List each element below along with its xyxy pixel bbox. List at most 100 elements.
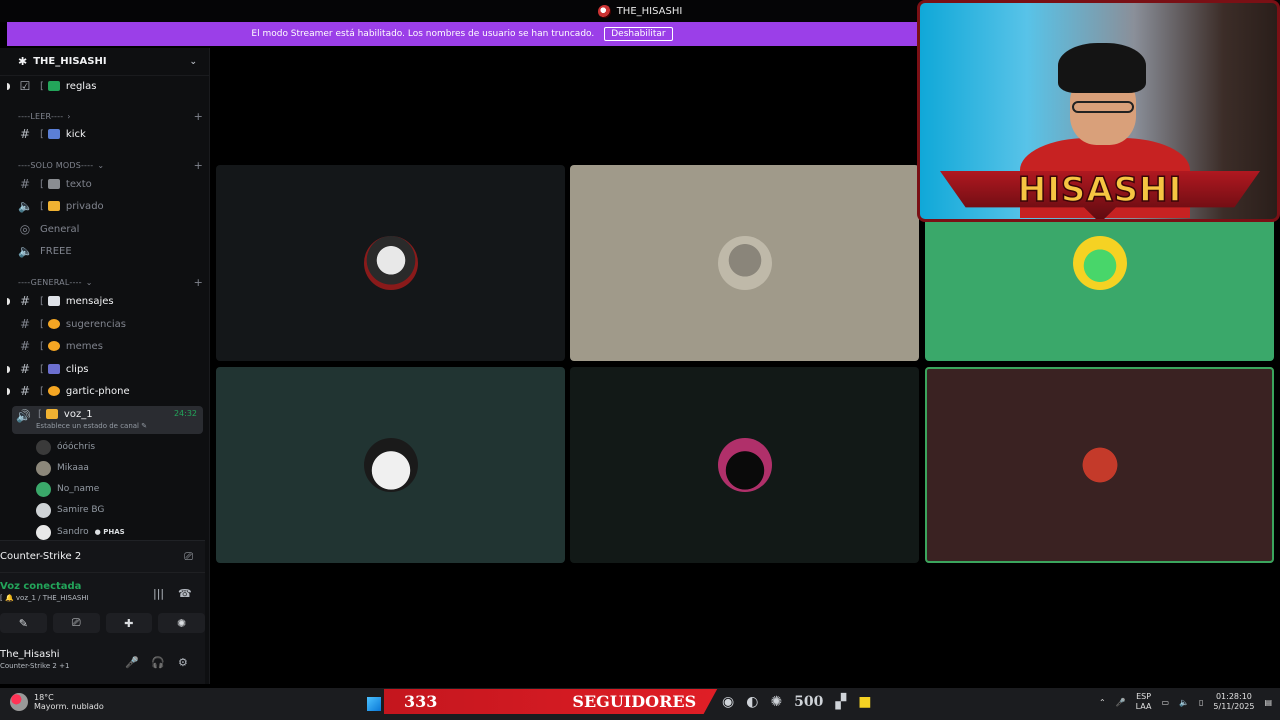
channel-texto[interactable]: # [ texto	[0, 174, 205, 194]
whatsapp-icon[interactable]: ◉	[722, 694, 734, 710]
weather-desc: Mayorm. nublado	[34, 702, 104, 711]
microphone-tray-icon[interactable]: 🎤	[1116, 698, 1126, 707]
activity-game: Counter-Strike 2	[0, 551, 82, 562]
network-icon[interactable]: ▭	[1161, 698, 1169, 707]
chevron-down-icon: ⌄	[189, 56, 197, 67]
voice-channel-voz-1[interactable]: 🔊 [ voz_1 24:32 Establece un estado de c…	[12, 406, 203, 434]
settings-gear-icon[interactable]: ⚙	[178, 656, 188, 669]
channel-freee[interactable]: 🔈 FREEE	[0, 241, 205, 261]
clock-date: 5/11/2025	[1213, 702, 1255, 711]
category-leer[interactable]: ----LEER---- › +	[18, 109, 203, 123]
windows-start-icon[interactable]	[367, 697, 381, 711]
laugh-emoji-icon	[47, 341, 60, 351]
soundboard-button[interactable]: ✺	[158, 613, 205, 633]
language-code: ESP	[1136, 692, 1152, 701]
participant-tile-speaking[interactable]	[925, 367, 1274, 563]
channel-mensajes[interactable]: # [ mensajes	[0, 291, 205, 311]
disable-streamer-button[interactable]: Deshabilitar	[604, 27, 673, 41]
weather-widget[interactable]: 18°C Mayorm. nublado	[10, 693, 104, 711]
clock[interactable]: 01:28:10 5/11/2025	[1213, 692, 1254, 712]
microphone-icon[interactable]: 🎤	[125, 656, 139, 669]
participant-tile[interactable]	[570, 165, 919, 361]
channel-bracket: [	[40, 128, 44, 140]
channel-memes[interactable]: # [ memes	[0, 336, 205, 356]
webcam-overlay: HISASHI	[917, 0, 1280, 222]
channel-status-prompt[interactable]: Establece un estado de canal ✎	[36, 422, 147, 430]
language-indicator[interactable]: ESP LAA	[1136, 692, 1152, 712]
chevron-up-icon[interactable]: ⌃	[1099, 698, 1106, 707]
channel-name: General	[40, 223, 80, 235]
voice-user[interactable]: No_name	[36, 480, 99, 498]
category-label: ----LEER----	[18, 111, 64, 121]
channel-kick[interactable]: # [ kick	[0, 124, 205, 144]
voice-user[interactable]: Mikaaa	[36, 459, 89, 477]
add-channel-icon[interactable]: +	[194, 159, 203, 172]
stage-icon: ◎	[19, 222, 31, 236]
voice-user[interactable]: Samire BG	[36, 501, 104, 519]
voice-status-label: Voz conectada	[0, 581, 82, 592]
noise-suppression-icon[interactable]: |||	[153, 587, 164, 600]
speaker-active-icon: 🔊	[16, 409, 31, 423]
channel-privado[interactable]: 🔈 [ privado	[0, 196, 205, 216]
window-title: THE_HISASHI	[616, 5, 683, 17]
book-emoji-icon	[47, 296, 60, 306]
voice-user[interactable]: Sandro ● PHAS	[36, 523, 125, 541]
category-general[interactable]: ----GENERAL---- ⌄ +	[18, 275, 203, 289]
channel-clips[interactable]: # [ clips	[0, 359, 205, 379]
channel-general[interactable]: ◎ General	[0, 219, 205, 239]
avatar	[36, 524, 51, 540]
channel-bracket: [	[40, 363, 44, 375]
chevron-down-icon: ⌄	[85, 277, 93, 287]
avatar	[363, 438, 418, 492]
channel-gartic-phone[interactable]: # [ gartic-phone	[0, 381, 205, 401]
follower-counter-overlay: 333 SEGUIDORES	[384, 689, 718, 714]
locked-voice-icon: 🔈	[18, 199, 33, 213]
channel-bracket: [	[40, 318, 44, 330]
screen-share-icon[interactable]: ⎚	[184, 550, 193, 564]
server-header[interactable]: ✱ THE_HISASHI ⌄	[0, 48, 209, 76]
check-emoji-icon	[47, 81, 60, 91]
category-solo-mods[interactable]: ----SOLO MODS---- ⌄ +	[18, 158, 203, 172]
headphones-icon[interactable]: 🎧	[151, 656, 165, 669]
edge-icon[interactable]: ◐	[746, 694, 758, 710]
channel-bracket: [	[40, 385, 44, 397]
channel-name: privado	[65, 200, 104, 212]
participant-tile[interactable]	[570, 367, 919, 563]
volume-icon[interactable]: 🔈	[1179, 698, 1189, 707]
channel-bracket: [	[38, 409, 42, 420]
channel-name: gartic-phone	[65, 385, 130, 397]
channel-bracket: [	[40, 178, 44, 190]
channel-name: mensajes	[65, 295, 114, 307]
notification-icon[interactable]: ▤	[1264, 698, 1272, 707]
voice-user[interactable]: óóóchris	[36, 438, 95, 456]
current-user[interactable]: The_Hisashi Counter-Strike 2 +1 🎤 🎧 ⚙	[0, 649, 205, 679]
battery-icon[interactable]: ▯	[1199, 698, 1203, 707]
add-channel-icon[interactable]: +	[194, 110, 203, 123]
soundboard-icon: ✺	[177, 616, 187, 630]
channel-reglas[interactable]: ☑ [ reglas	[0, 76, 205, 96]
streamer-mode-banner: El modo Streamer está habilitado. Los no…	[7, 22, 917, 46]
category-label: ----SOLO MODS----	[18, 160, 94, 170]
category-label: ----GENERAL----	[18, 277, 82, 287]
hash-icon: #	[19, 177, 31, 191]
disconnect-icon[interactable]: ☎	[178, 587, 192, 600]
channel-bracket: [	[40, 295, 44, 307]
app-icon[interactable]: ▞	[835, 694, 846, 710]
participant-tile[interactable]	[216, 367, 565, 563]
chatgpt-icon[interactable]: ✺	[770, 694, 782, 710]
unread-indicator	[7, 387, 10, 395]
channel-sugerencias[interactable]: # [ sugerencias	[0, 314, 205, 334]
unread-indicator	[7, 297, 10, 305]
glasses-shape	[1072, 101, 1134, 113]
rules-icon: ☑	[19, 79, 31, 93]
chevron-right-icon: ›	[67, 111, 71, 121]
camera-button[interactable]: ✎	[0, 613, 47, 633]
sticky-notes-icon[interactable]: ■	[858, 694, 871, 710]
participant-tile[interactable]	[216, 165, 565, 361]
taskbar-apps: ◉ ◐ ✺ 500 ▞ ■	[722, 694, 871, 710]
avatar	[717, 438, 772, 492]
add-channel-icon[interactable]: +	[194, 276, 203, 289]
share-screen-button[interactable]: ⎚	[52, 613, 100, 633]
hash-icon: #	[19, 362, 31, 376]
activities-button[interactable]: ✚	[105, 613, 153, 633]
